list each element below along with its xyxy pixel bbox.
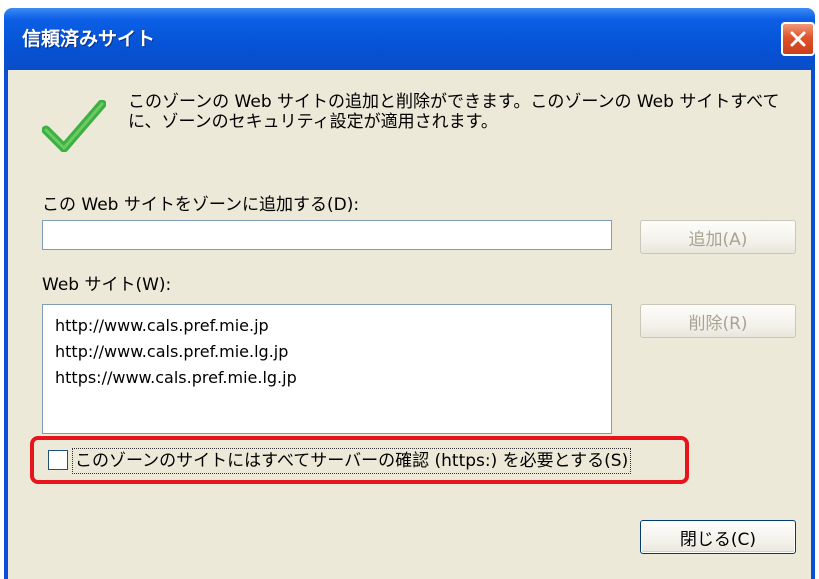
close-dialog-button[interactable]: 閉じる(C) xyxy=(640,520,796,554)
window-title: 信頼済みサイト xyxy=(22,28,156,50)
websites-label: Web サイト(W): xyxy=(42,275,172,295)
https-required-checkbox[interactable] xyxy=(48,450,68,470)
dialog-content: このゾーンの Web サイトの追加と削除ができます。このゾーンの Web サイト… xyxy=(4,70,807,579)
websites-list[interactable]: http://www.cals.pref.mie.jp http://www.c… xyxy=(42,304,612,434)
close-button[interactable] xyxy=(781,22,815,56)
checkmark-icon xyxy=(42,100,106,152)
https-required-label[interactable]: このゾーンのサイトにはすべてサーバーの確認 (https:) を必要とする(S) xyxy=(72,448,632,474)
https-option-highlight: このゾーンのサイトにはすべてサーバーの確認 (https:) を必要とする(S) xyxy=(30,436,689,484)
zone-description: このゾーンの Web サイトの追加と削除ができます。このゾーンの Web サイト… xyxy=(128,92,780,132)
list-item[interactable]: http://www.cals.pref.mie.lg.jp xyxy=(55,339,599,365)
close-icon xyxy=(790,31,806,47)
list-item[interactable]: http://www.cals.pref.mie.jp xyxy=(55,313,599,339)
remove-button[interactable]: 削除(R) xyxy=(640,304,796,338)
add-site-input[interactable] xyxy=(42,220,612,250)
list-item[interactable]: https://www.cals.pref.mie.lg.jp xyxy=(55,365,599,391)
add-button[interactable]: 追加(A) xyxy=(640,220,796,254)
add-site-label: この Web サイトをゾーンに追加する(D): xyxy=(42,195,360,215)
title-bar[interactable]: 信頼済みサイト xyxy=(4,8,815,70)
